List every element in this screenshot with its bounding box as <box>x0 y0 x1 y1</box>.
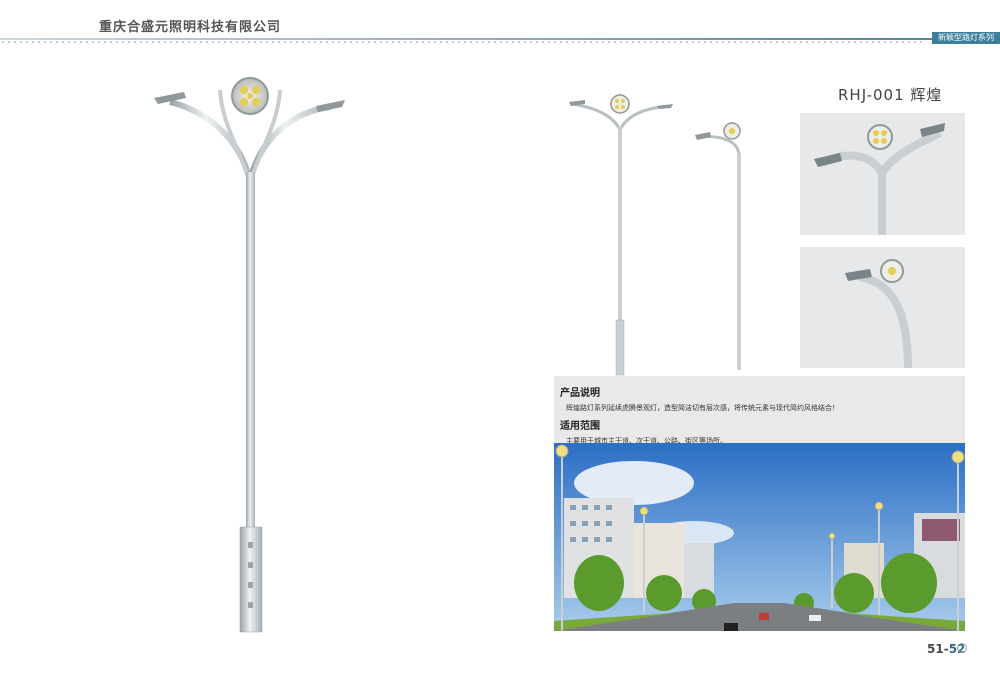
street-scene-photo <box>554 443 965 631</box>
main-pole-illustration <box>154 77 345 633</box>
series-tag: 新颖型路灯系列 <box>932 32 1000 44</box>
product-info-panel: 产品说明 辉煌路灯系列延续虎腾景观灯，造型简洁切有层次感，将传统元素与现代简约风… <box>554 376 965 445</box>
product-title: RHJ-001 辉煌 <box>838 86 943 104</box>
page-number-left: 51- <box>927 642 949 656</box>
header-rule <box>0 38 1000 40</box>
scope-heading: 适用范围 <box>560 421 600 432</box>
detail-photo-front <box>800 113 965 235</box>
detail-photo-side <box>800 247 965 368</box>
front-view-pole-illustration <box>569 94 673 376</box>
description-text: 辉煌路灯系列延续虎腾景观灯，造型简洁切有层次感，将传统元素与现代简约风格结合！ <box>566 404 839 412</box>
side-view-pole-illustration <box>695 122 741 370</box>
header-dotted-rule <box>0 41 925 43</box>
description-heading: 产品说明 <box>560 388 600 399</box>
page-ornament-icon <box>957 643 967 653</box>
company-name: 重庆合盛元照明科技有限公司 <box>99 20 282 35</box>
